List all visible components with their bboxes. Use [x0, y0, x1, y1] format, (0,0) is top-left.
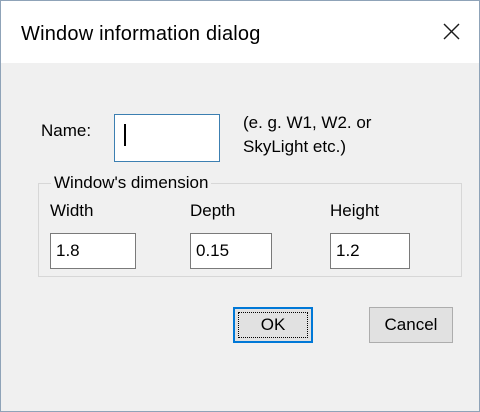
name-label: Name: [41, 121, 92, 140]
cancel-button[interactable]: Cancel [369, 307, 453, 343]
depth-input[interactable] [190, 233, 272, 269]
close-button[interactable] [431, 15, 471, 49]
cancel-button-label: Cancel [384, 315, 438, 334]
name-input[interactable] [114, 114, 220, 162]
height-input[interactable] [330, 233, 410, 269]
height-label: Height [330, 201, 380, 220]
text-caret [124, 124, 126, 146]
close-x-icon [443, 23, 460, 40]
ok-button[interactable]: OK [233, 307, 313, 343]
dimension-group-title: Window's dimension [51, 173, 212, 193]
title-bar[interactable]: Window information dialog [1, 1, 479, 63]
window-information-dialog: Window information dialog Name: (e. g. W… [0, 0, 480, 412]
width-input[interactable] [50, 233, 136, 269]
name-hint-line-1: (e. g. W1, W2. or [243, 113, 372, 132]
focus-rectangle [238, 312, 308, 338]
depth-label: Depth [190, 201, 236, 220]
name-hint-line-2: SkyLight etc.) [243, 137, 346, 156]
dialog-title: Window information dialog [21, 23, 261, 45]
name-hint: (e. g. W1, W2. or SkyLight etc.) [243, 111, 443, 159]
width-label: Width [50, 201, 94, 220]
